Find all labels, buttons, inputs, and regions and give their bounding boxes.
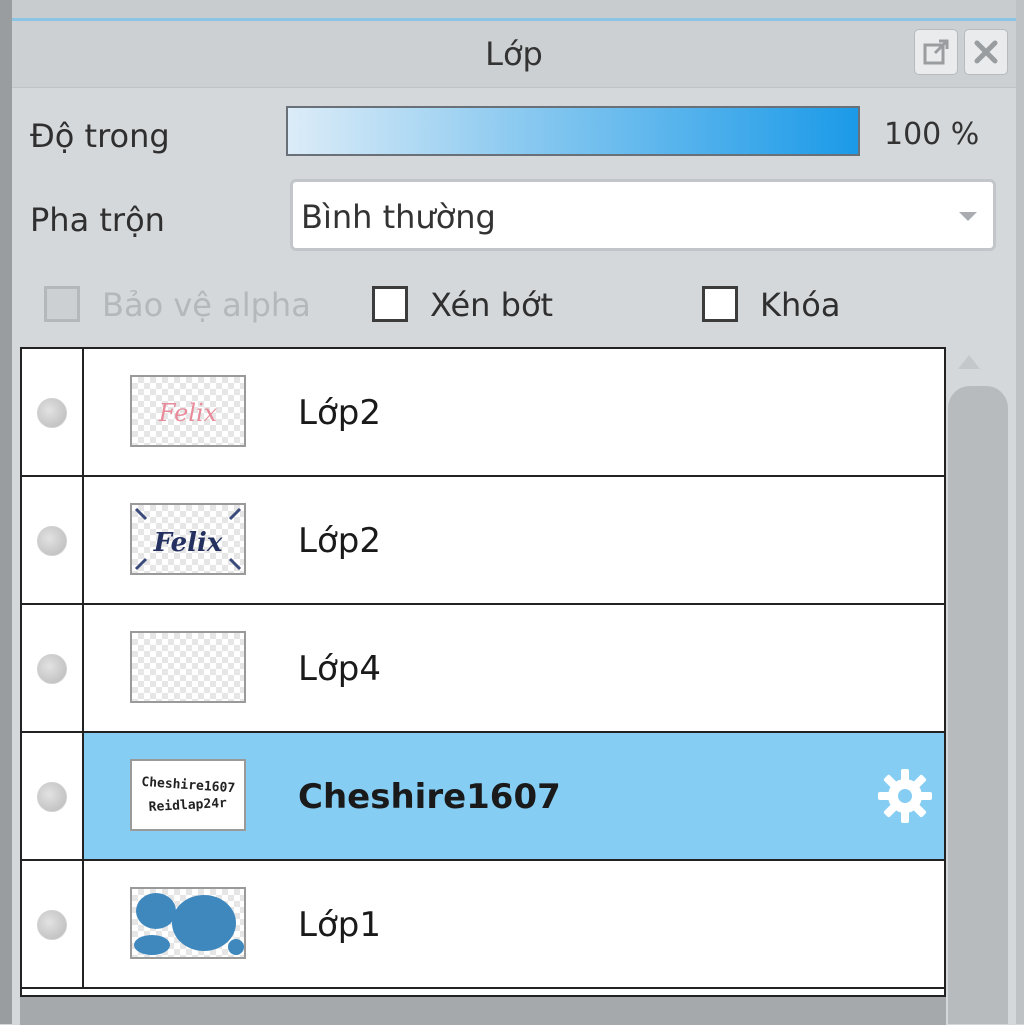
thumbnail-text: Reidlap24r bbox=[148, 796, 227, 815]
panel-title: Lớp bbox=[485, 35, 543, 73]
protect-alpha-label: Bảo vệ alpha bbox=[102, 286, 311, 324]
layer-thumbnail: Felix bbox=[130, 375, 246, 447]
opacity-slider[interactable] bbox=[286, 106, 860, 156]
layer-name: Cheshire1607 bbox=[298, 777, 561, 817]
layer-row-body[interactable]: Lớp1 bbox=[84, 861, 944, 987]
felix-navy-thumbnail-image: Felix bbox=[134, 507, 242, 571]
layer-name: Lớp2 bbox=[298, 393, 381, 433]
panel-bottom-strip bbox=[20, 997, 946, 1025]
popout-icon bbox=[923, 39, 949, 65]
thumbnail-text: Felix bbox=[158, 399, 218, 427]
layer-row-selected[interactable]: Cheshire1607 Reidlap24r Cheshire1607 bbox=[22, 733, 944, 861]
scroll-up-arrow-icon[interactable] bbox=[958, 355, 980, 369]
layer-thumbnail: Cheshire1607 Reidlap24r bbox=[130, 759, 246, 831]
visibility-toggle[interactable] bbox=[22, 605, 84, 731]
lock-checkbox[interactable] bbox=[702, 286, 738, 322]
layer-row[interactable]: Lớp4 bbox=[22, 605, 944, 733]
layer-row[interactable]: Lớp1 bbox=[22, 861, 944, 989]
felix-pink-thumbnail-image: Felix bbox=[158, 399, 218, 427]
visibility-dot-icon bbox=[37, 398, 67, 428]
right-window-edge bbox=[1016, 0, 1024, 1024]
layer-panel: Lớp Độ trong 100 % Pha trộn Bình thường … bbox=[12, 21, 1016, 1025]
layer-row-body[interactable]: Felix Lớp2 bbox=[84, 349, 944, 475]
visibility-dot-icon bbox=[37, 526, 67, 556]
thumbnail-text: Cheshire1607 bbox=[141, 775, 236, 797]
layer-name: Lớp1 bbox=[298, 905, 381, 945]
lock-label: Khóa bbox=[760, 286, 841, 324]
blend-mode-dropdown[interactable]: Bình thường bbox=[290, 179, 996, 251]
blue-blobs-thumbnail-image bbox=[134, 893, 244, 955]
layer-row-body[interactable]: Felix Lớp2 bbox=[84, 477, 944, 603]
left-window-edge bbox=[0, 0, 12, 1024]
chevron-down-icon bbox=[959, 212, 977, 221]
layer-thumbnail bbox=[130, 631, 246, 703]
panel-titlebar[interactable]: Lớp bbox=[12, 21, 1016, 88]
cheshire-thumbnail-image: Cheshire1607 Reidlap24r bbox=[141, 775, 236, 815]
window-top-strip bbox=[0, 0, 1024, 21]
popout-button[interactable] bbox=[914, 29, 958, 75]
visibility-dot-icon bbox=[37, 782, 67, 812]
blend-mode-value: Bình thường bbox=[301, 198, 496, 236]
opacity-value: 100 % bbox=[884, 117, 980, 152]
visibility-toggle[interactable] bbox=[22, 477, 84, 603]
close-button[interactable] bbox=[964, 29, 1008, 75]
layer-thumbnail: Felix bbox=[130, 503, 246, 575]
layer-name: Lớp4 bbox=[298, 649, 381, 689]
scrollbar[interactable] bbox=[948, 386, 1008, 1024]
close-icon bbox=[974, 40, 998, 64]
visibility-dot-icon bbox=[37, 654, 67, 684]
layer-thumbnail bbox=[130, 887, 246, 959]
visibility-toggle[interactable] bbox=[22, 733, 84, 859]
visibility-dot-icon bbox=[37, 910, 67, 940]
layer-row[interactable]: Felix Lớp2 bbox=[22, 477, 944, 605]
clipping-checkbox[interactable] bbox=[372, 286, 408, 322]
visibility-toggle[interactable] bbox=[22, 861, 84, 987]
clipping-label: Xén bớt bbox=[430, 286, 554, 324]
visibility-toggle[interactable] bbox=[22, 349, 84, 475]
protect-alpha-checkbox[interactable] bbox=[44, 286, 80, 322]
blend-mode-label: Pha trộn bbox=[30, 201, 165, 239]
opacity-label: Độ trong bbox=[30, 117, 170, 155]
layer-row[interactable]: Felix Lớp2 bbox=[22, 349, 944, 477]
thumbnail-text: Felix bbox=[153, 528, 223, 558]
layer-name: Lớp2 bbox=[298, 521, 381, 561]
layer-list: Felix Lớp2 Felix Lớp2 Lớp4 Cheshire1607 … bbox=[20, 347, 946, 997]
gear-icon[interactable] bbox=[876, 767, 934, 825]
layer-row-body[interactable]: Lớp4 bbox=[84, 605, 944, 731]
layer-row-body[interactable]: Cheshire1607 Reidlap24r Cheshire1607 bbox=[84, 733, 944, 859]
